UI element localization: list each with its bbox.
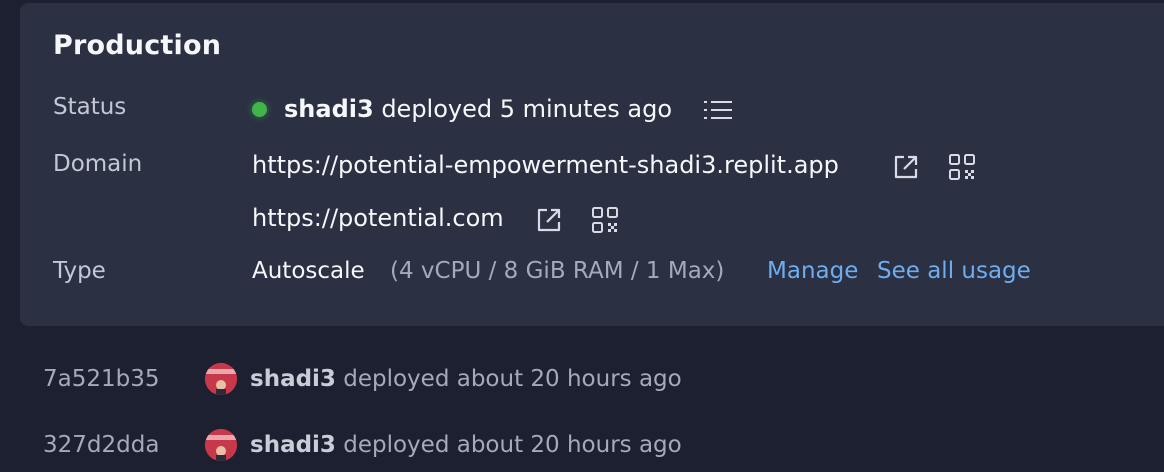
list-icon[interactable] [704,99,732,121]
status-label: Status [53,94,127,120]
status-text: shadi3 deployed 5 minutes ago [284,95,672,123]
domain-link-custom[interactable]: https://potential.com [252,204,504,232]
history-message: deployed about 20 hours ago [343,366,682,392]
status-message: deployed 5 minutes ago [381,95,673,123]
qr-code-icon[interactable] [948,153,976,181]
commit-hash: 7a521b35 [43,366,160,392]
history-user: shadi3 [250,432,336,458]
deployment-history-row[interactable]: 327d2dda shadi3 deployed about 20 hours … [0,429,1164,472]
deployment-history-row[interactable]: 7a521b35 shadi3 deployed about 20 hours … [0,363,1164,406]
history-text: shadi3 deployed about 20 hours ago [250,366,682,392]
type-label: Type [53,258,106,284]
domain-label: Domain [53,151,143,177]
history-user: shadi3 [250,366,336,392]
commit-hash: 327d2dda [43,432,160,458]
status-indicator [252,102,267,117]
production-title: Production [53,30,222,61]
manage-link[interactable]: Manage [767,258,858,284]
history-message: deployed about 20 hours ago [343,432,682,458]
see-all-usage-link[interactable]: See all usage [877,258,1031,284]
domain-link-primary[interactable]: https://potential-empowerment-shadi3.rep… [252,151,839,179]
avatar [205,363,237,395]
history-text: shadi3 deployed about 20 hours ago [250,432,682,458]
qr-code-icon[interactable] [591,206,619,234]
avatar [205,429,237,461]
type-value: Autoscale [252,258,365,284]
type-spec: (4 vCPU / 8 GiB RAM / 1 Max) [390,258,725,284]
external-link-icon[interactable] [892,153,920,181]
status-user: shadi3 [284,95,374,123]
external-link-icon[interactable] [535,206,563,234]
